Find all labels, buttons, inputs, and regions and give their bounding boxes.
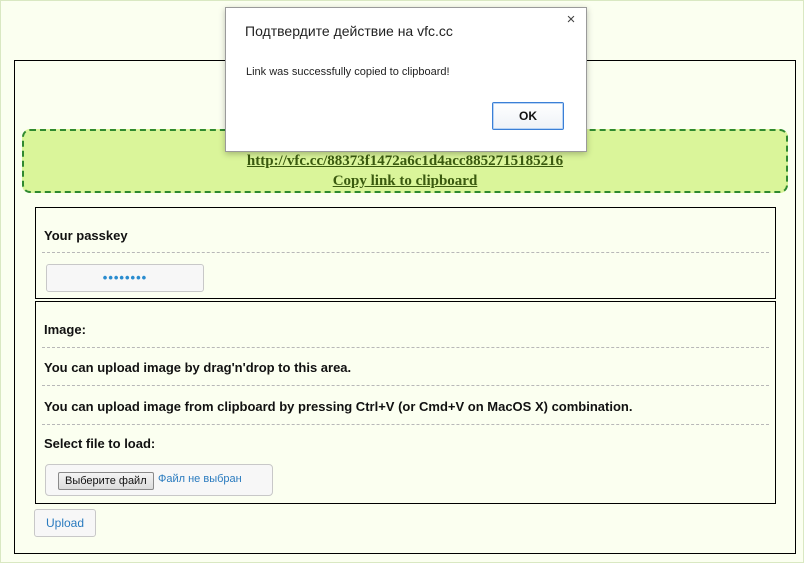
image-upload-area[interactable]: Image: You can upload image by drag'n'dr… (35, 301, 776, 504)
dialog-message: Link was successfully copied to clipboar… (246, 66, 450, 78)
file-input[interactable]: Выберите файл Файл не выбран (45, 464, 273, 496)
divider (42, 424, 769, 425)
drag-drop-hint: You can upload image by drag'n'drop to t… (44, 360, 352, 375)
image-label: Image: (44, 322, 86, 337)
choose-file-button[interactable]: Выберите файл (58, 472, 154, 490)
file-status-text: Файл не выбран (158, 473, 242, 485)
upload-button[interactable]: Upload (34, 509, 96, 537)
passkey-label: Your passkey (44, 228, 128, 243)
select-file-label: Select file to load: (44, 436, 156, 451)
confirm-dialog: Подтвердите действие на vfc.cc × Link wa… (225, 7, 587, 152)
share-link[interactable]: http://vfc.cc/88373f1472a6c1d4acc8852715… (24, 153, 786, 170)
passkey-section: Your passkey •••••••• (35, 207, 776, 299)
divider (42, 347, 769, 348)
divider (42, 252, 769, 253)
divider (42, 385, 769, 386)
clipboard-hint: You can upload image from clipboard by p… (44, 399, 633, 414)
copy-link-button[interactable]: Copy link to clipboard (24, 173, 786, 190)
passkey-input[interactable]: •••••••• (46, 264, 204, 292)
ok-button[interactable]: OK (492, 102, 564, 130)
close-icon[interactable]: × (564, 12, 578, 27)
dialog-title: Подтвердите действие на vfc.cc (245, 23, 453, 39)
